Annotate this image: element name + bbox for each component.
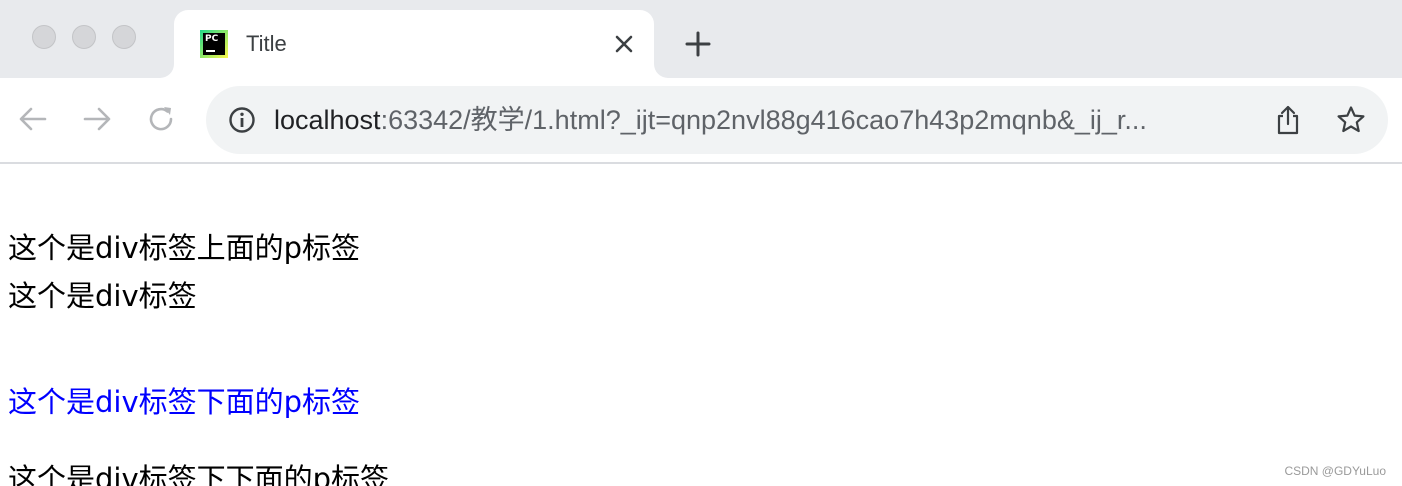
- p-below-div-highlighted: 这个是div标签下面的p标签: [8, 385, 361, 419]
- page-content: 这个是div标签上面的p标签 这个是div标签 这个是div标签下面的p标签 这…: [0, 164, 1402, 486]
- tab-strip: PC Title: [0, 0, 1402, 78]
- close-icon[interactable]: [612, 32, 636, 56]
- p-below-below-div: 这个是div标签下下面的p标签: [8, 462, 390, 486]
- watermark: CSDN @GDYuLuo: [1284, 464, 1386, 478]
- address-bar[interactable]: localhost:63342/教学/1.html?_ijt=qnp2nvl88…: [206, 86, 1388, 154]
- browser-toolbar: localhost:63342/教学/1.html?_ijt=qnp2nvl88…: [0, 78, 1402, 164]
- back-arrow-icon[interactable]: [16, 102, 50, 136]
- window-maximize-button[interactable]: [112, 25, 136, 49]
- window-close-button[interactable]: [32, 25, 56, 49]
- new-tab-plus-icon[interactable]: [684, 30, 712, 58]
- bookmark-star-icon[interactable]: [1336, 105, 1366, 135]
- tab-title: Title: [246, 31, 287, 56]
- info-icon[interactable]: [228, 106, 256, 134]
- share-icon[interactable]: [1274, 104, 1302, 136]
- pycharm-favicon-icon: PC: [200, 30, 228, 58]
- window-minimize-button[interactable]: [72, 25, 96, 49]
- forward-arrow-icon[interactable]: [80, 102, 114, 136]
- tab-active[interactable]: PC Title: [174, 10, 654, 78]
- div-text: 这个是div标签: [8, 279, 197, 313]
- reload-icon[interactable]: [144, 102, 178, 136]
- favicon-label: PC: [205, 34, 219, 44]
- url-text[interactable]: localhost:63342/教学/1.html?_ijt=qnp2nvl88…: [274, 104, 1254, 136]
- browser-window: PC Title localhost:63342/教学/1.html?_ijt=…: [0, 0, 1402, 486]
- p-above-div: 这个是div标签上面的p标签: [8, 231, 361, 265]
- url-host: localhost: [274, 105, 381, 135]
- url-path: :63342/教学/1.html?_ijt=qnp2nvl88g416cao7h…: [380, 105, 1147, 135]
